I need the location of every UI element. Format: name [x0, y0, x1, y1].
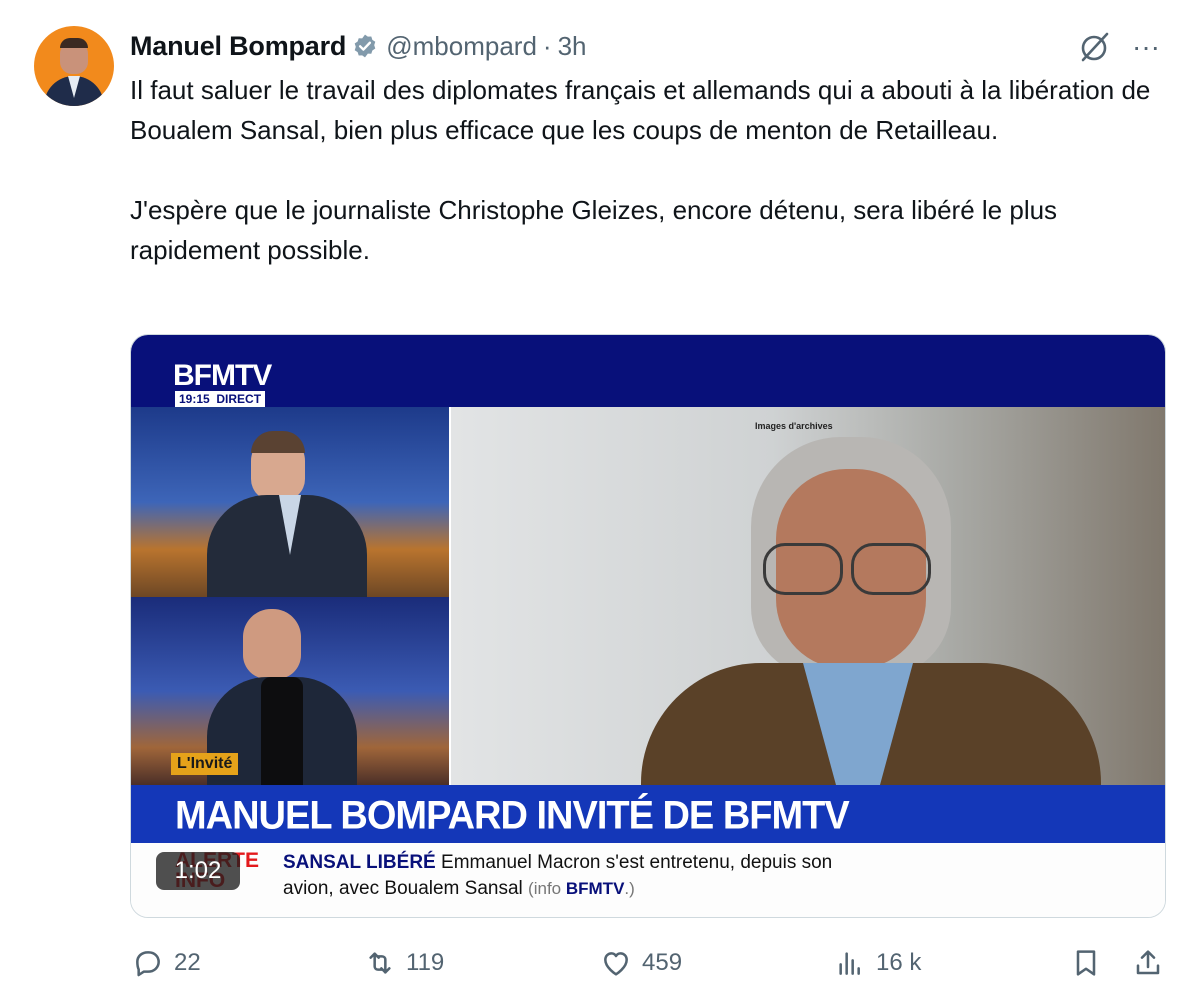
repost-count: 119 [406, 949, 445, 976]
studio-panel-presenter [131, 407, 449, 597]
tweet-header: Manuel Bompard @mbompard · 3h [130, 30, 587, 62]
sansal-glasses-right [851, 543, 931, 595]
repost-icon [369, 952, 391, 974]
guest-sweater [261, 677, 303, 785]
bfmtv-logo: BFMTV [173, 359, 272, 392]
ticker-line-1: Emmanuel Macron s'est entretenu, depuis … [441, 852, 833, 873]
views-icon [839, 952, 860, 975]
tweet-actions: 22 119 459 16 k [0, 940, 1194, 986]
like-button[interactable]: 459 [600, 940, 682, 986]
header-separator: · [542, 30, 552, 61]
video-player[interactable]: BFMTV 19:15 DIRECT Images d'archives L'I… [130, 334, 1166, 918]
sansal-glasses-left [763, 543, 843, 595]
archive-photo [451, 407, 1165, 785]
reply-icon [136, 951, 160, 977]
grok-icon[interactable] [1078, 30, 1112, 64]
bfm-clock-time: 19:15 [179, 392, 210, 406]
views-button[interactable]: 16 k [834, 940, 921, 986]
avatar-hair [60, 38, 88, 48]
bfm-clock: 19:15 DIRECT [175, 391, 266, 407]
video-duration[interactable]: 1:02 [156, 852, 240, 890]
views-count: 16 k [876, 949, 922, 976]
author-name[interactable]: Manuel Bompard [130, 31, 346, 62]
ticker-source-suffix: .) [624, 879, 635, 898]
ticker-source: (info BFMTV.) [528, 879, 635, 898]
headline-banner-text: MANUEL BOMPARD INVITÉ DE BFMTV [175, 793, 850, 839]
like-count: 459 [642, 949, 683, 976]
repost-button[interactable]: 119 [364, 940, 444, 986]
bookmark-button[interactable] [1070, 940, 1102, 986]
ticker-source-prefix: (info [528, 879, 562, 898]
verified-badge-icon[interactable] [352, 33, 378, 59]
share-button[interactable] [1132, 940, 1164, 986]
tweet-paragraph-1: Il faut saluer le travail des diplomates… [130, 75, 1151, 145]
archive-label: Images d'archives [755, 421, 833, 431]
tweet-timestamp[interactable]: 3h [558, 31, 587, 62]
bfm-live-label: DIRECT [216, 392, 262, 406]
guest-tag: L'Invité [171, 753, 239, 775]
reply-button[interactable]: 22 [132, 940, 201, 986]
like-icon [604, 952, 628, 976]
guest-head [243, 609, 301, 679]
bookmark-icon [1076, 950, 1096, 976]
ticker-text: SANSAL LIBÉRÉ Emmanuel Macron s'est entr… [283, 850, 832, 902]
reply-count: 22 [174, 949, 201, 976]
ticker-headline: SANSAL LIBÉRÉ [283, 852, 436, 873]
author-avatar[interactable] [34, 26, 114, 106]
ticker-line-2: avion, avec Boualem Sansal [283, 878, 523, 899]
share-icon [1136, 950, 1160, 975]
tweet-text: Il faut saluer le travail des diplomates… [130, 70, 1175, 270]
author-handle[interactable]: @mbompard [386, 31, 537, 62]
more-icon[interactable]: ··· [1128, 30, 1164, 64]
presenter-hair [251, 431, 305, 453]
tweet-paragraph-2: J'espère que le journaliste Christophe G… [130, 195, 1058, 265]
ticker-source-brand: BFMTV [565, 879, 625, 898]
bfm-header-bar [131, 335, 1165, 407]
